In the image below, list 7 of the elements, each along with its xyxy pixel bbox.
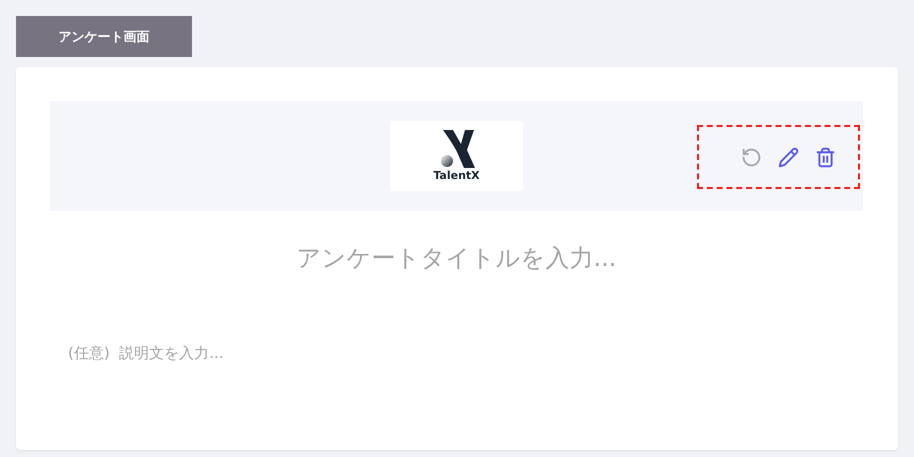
pencil-icon-button[interactable] <box>778 146 799 168</box>
x-logo-icon <box>438 130 474 168</box>
description-input-field[interactable]: (任意) 説明文を入力... <box>50 341 863 365</box>
tab[interactable]: アンケート画面 <box>16 16 192 57</box>
logo-text: TalentX <box>433 169 480 182</box>
trash-icon-button[interactable] <box>815 146 836 168</box>
title-input-field[interactable]: アンケートタイトルを入力... <box>50 239 863 277</box>
